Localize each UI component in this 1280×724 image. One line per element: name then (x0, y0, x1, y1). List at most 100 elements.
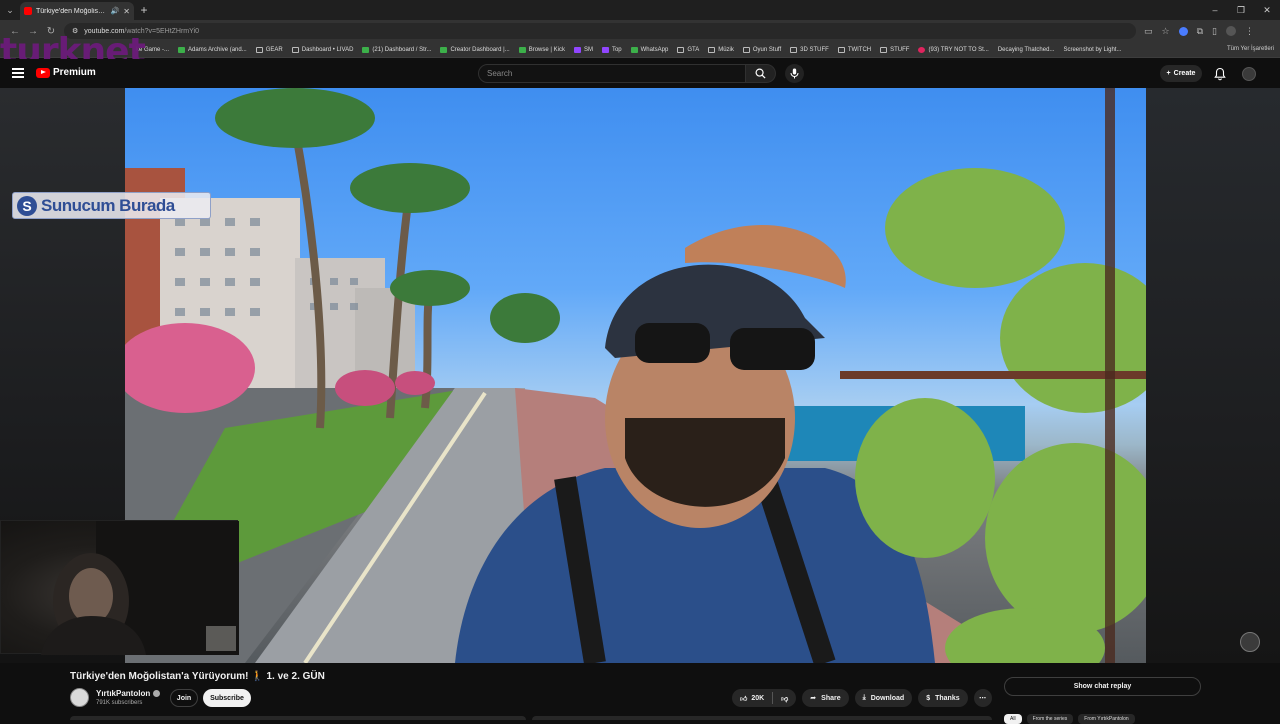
bookmark-item[interactable]: Creator Dashboard |... (440, 46, 510, 53)
all-bookmarks-folder[interactable]: Tüm Yer İşaretleri (1227, 46, 1274, 52)
profile-avatar-icon[interactable] (1225, 26, 1236, 36)
address-bar-row: ← → ↻ ⚙ youtube.com/watch?v=5EHtZHrmYi0 … (0, 20, 1280, 42)
bookmark-item[interactable]: Screenshot by Light... (1063, 47, 1121, 53)
bookmark-star-icon[interactable]: ☆ (1162, 26, 1170, 37)
folder-icon (742, 46, 750, 53)
chip-all[interactable]: All (1004, 714, 1022, 724)
bookmarks-bar: ke Game -... Adams Archive (and... GEAR … (0, 42, 1280, 58)
verified-check-icon (153, 690, 161, 697)
folder-icon (255, 46, 263, 53)
bookmark-favicon-icon (291, 46, 299, 53)
toolbar-icons: ▭ ☆ ⧉ ▯ ⋮ (1144, 26, 1254, 37)
cast-icon[interactable]: ▭ (1144, 26, 1153, 37)
like-button[interactable]: 👍︎ 20K (732, 689, 772, 707)
youtube-favicon-icon (918, 46, 926, 53)
video-title: Türkiye'den Moğolistan'a Yürüyorum! 🚶 1.… (70, 671, 325, 682)
menu-icon[interactable] (12, 68, 24, 78)
search-button[interactable] (746, 64, 776, 83)
thumbs-up-icon: 👍︎ (740, 695, 748, 703)
bookmark-folder[interactable]: Oyun Stuff (742, 46, 781, 53)
streamer-webcam-overlay (0, 520, 239, 655)
browser-tab-active[interactable]: Türkiye'den Moğolistan'a Y... 🔊 ✕ (20, 1, 134, 21)
youtube-favicon-icon (24, 7, 32, 15)
folder-icon (880, 46, 888, 53)
video-theater: S Sunucum Burada (0, 88, 1280, 663)
video-player[interactable] (125, 88, 1146, 663)
share-arrow-icon: ➦ (810, 695, 817, 702)
video-actions: 👍︎ 20K 👎︎ ➦ Share ⤓ Download $ Thanks ⋯ (732, 689, 992, 707)
bookmark-item[interactable]: Top (601, 46, 622, 53)
share-button[interactable]: ➦ Share (802, 689, 849, 707)
minimize-icon[interactable]: – (1202, 0, 1228, 20)
bookmark-item[interactable]: Adams Archive (and... (178, 46, 247, 53)
bookmark-item[interactable]: Browse | Kick (518, 46, 565, 53)
browser-tab-bar: ⌄ Türkiye'den Moğolistan'a Y... 🔊 ✕ + – … (0, 0, 1280, 21)
bookmark-item[interactable]: SM (573, 46, 593, 53)
account-avatar[interactable] (1242, 67, 1256, 81)
bookmark-folder[interactable]: STUFF (880, 46, 909, 53)
create-button[interactable]: + Create (1160, 65, 1202, 82)
folder-icon (708, 46, 716, 53)
close-window-icon[interactable]: ✕ (1254, 0, 1280, 20)
search-input[interactable]: Search (478, 64, 746, 83)
new-tab-button[interactable]: + (134, 3, 154, 17)
search-icon (755, 68, 766, 79)
thanks-icon: $ (926, 694, 931, 702)
video-frame-scene (125, 88, 1146, 663)
twitch-favicon-icon (601, 46, 609, 53)
bookmark-folder[interactable]: 3D STUFF (790, 46, 829, 53)
channel-avatar[interactable] (70, 688, 89, 707)
chip-from-channel[interactable]: From YırtıkPantolon (1078, 714, 1135, 724)
bookmark-item[interactable]: (21) Dashboard / Str... (362, 46, 431, 53)
bookmark-favicon-icon (178, 46, 186, 53)
chip-from-series[interactable]: From the series (1026, 714, 1074, 724)
voice-search-button[interactable] (785, 64, 804, 83)
bookmark-folder[interactable]: Müzik (708, 46, 734, 53)
extension-icon[interactable] (1178, 26, 1188, 36)
description-box[interactable] (70, 716, 526, 720)
bookmark-folder[interactable]: GEAR (255, 46, 283, 53)
thanks-button[interactable]: $ Thanks (918, 689, 968, 707)
channel-name[interactable]: YırtıkPantolon (96, 689, 150, 698)
show-chat-replay-button[interactable]: Show chat replay (1004, 677, 1201, 696)
webcam-person-image (41, 521, 239, 655)
bookmark-item[interactable]: WhatsApp (630, 46, 668, 53)
kick-favicon-icon (440, 46, 448, 53)
more-horizontal-icon: ⋯ (979, 695, 987, 702)
subscribe-button[interactable]: Subscribe (203, 689, 251, 707)
folder-icon (677, 46, 685, 53)
audio-playing-icon[interactable]: 🔊 (111, 7, 120, 15)
subscriber-count: 791K subscribers (96, 700, 143, 706)
tab-title: Türkiye'den Moğolistan'a Y... (36, 7, 107, 15)
channel-watermark-icon[interactable] (1240, 632, 1260, 652)
bookmark-item[interactable]: Dashboard • LIVAD (291, 46, 353, 53)
badge-s-logo-icon: S (17, 195, 37, 216)
maximize-icon[interactable]: ❐ (1228, 0, 1254, 20)
twitch-favicon-icon (573, 46, 581, 53)
tab-close-icon[interactable]: ✕ (123, 7, 130, 16)
more-actions-button[interactable]: ⋯ (973, 689, 992, 707)
sunucum-burada-badge: S Sunucum Burada (12, 192, 211, 219)
dislike-button[interactable]: 👎︎ (773, 689, 796, 707)
comments-box[interactable] (532, 716, 992, 720)
youtube-premium-logo[interactable]: Premium (36, 67, 96, 78)
whatsapp-favicon-icon (630, 46, 638, 53)
plus-icon: + (1166, 70, 1171, 77)
join-button[interactable]: Join (170, 689, 198, 707)
sidepanel-icon[interactable]: ▯ (1212, 26, 1217, 37)
extensions-puzzle-icon[interactable]: ⧉ (1197, 26, 1203, 37)
url-field[interactable]: ⚙ youtube.com/watch?v=5EHtZHrmYi0 (64, 23, 1136, 39)
logo-label: Premium (53, 67, 96, 78)
tab-search-chevron-icon[interactable]: ⌄ (0, 0, 20, 20)
channel-name-row[interactable]: YırtıkPantolon (96, 689, 161, 698)
bookmark-folder[interactable]: GTA (677, 46, 699, 53)
bookmark-item[interactable]: (93) TRY NOT TO St... (918, 46, 989, 53)
notifications-bell-icon[interactable] (1213, 67, 1227, 81)
youtube-play-logo-icon (36, 67, 50, 78)
download-button[interactable]: ⤓ Download (854, 689, 913, 707)
bookmark-folder[interactable]: TWITCH (837, 46, 871, 53)
bookmark-item[interactable]: Decaying Thatched... (998, 47, 1055, 53)
recommendation-chips: All From the series From YırtıkPantolon (1004, 714, 1135, 724)
browser-menu-icon[interactable]: ⋮ (1245, 26, 1254, 37)
thumbs-down-icon: 👎︎ (781, 695, 789, 703)
